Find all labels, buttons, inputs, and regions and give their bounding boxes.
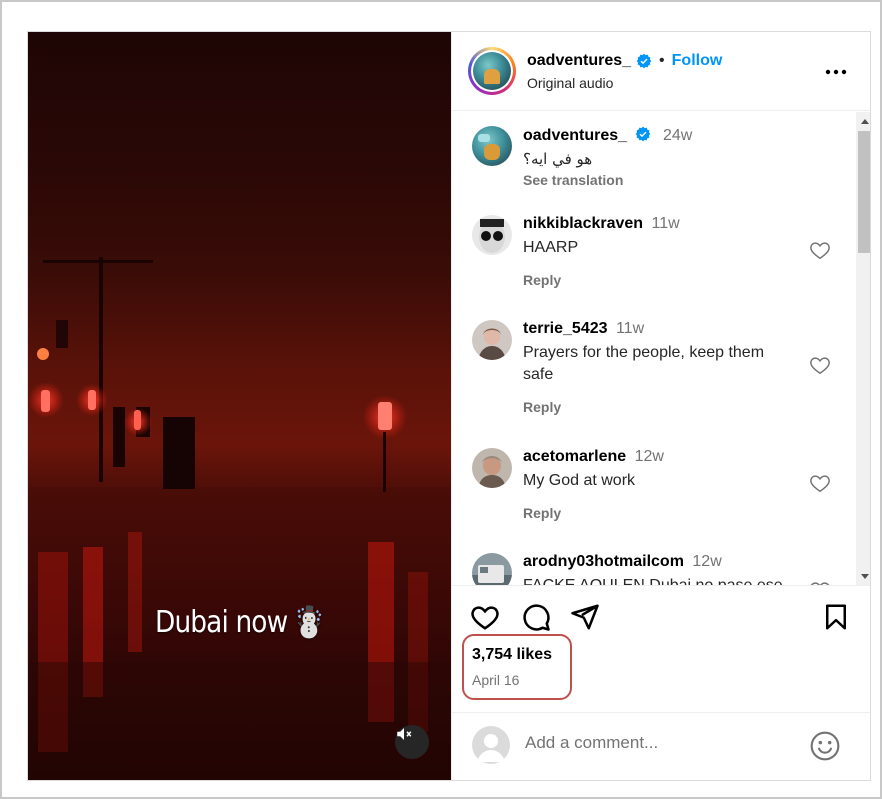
caption-comment: oadventures_ 24w هو في ايه؟ See translat…	[472, 126, 852, 196]
add-comment-bar	[452, 712, 870, 780]
mute-button[interactable]	[395, 725, 429, 759]
comment-item: nikkiblackraven 11w HAARP Reply	[472, 215, 852, 295]
author-line: oadventures_ • Follow	[527, 52, 722, 70]
comment-time[interactable]: 11w	[616, 320, 644, 337]
video-scene	[28, 257, 451, 780]
comment-time[interactable]: 12w	[692, 553, 721, 570]
comment-meta: terrie_5423 11w	[523, 320, 644, 338]
verified-badge-icon	[636, 53, 652, 69]
comment-time[interactable]: 12w	[635, 448, 664, 465]
comment-username[interactable]: arodny03hotmailcom	[523, 553, 684, 570]
more-options-button[interactable]	[823, 59, 849, 85]
comment-username[interactable]: nikkiblackraven	[523, 215, 643, 232]
comment-username[interactable]: terrie_5423	[523, 320, 608, 337]
like-comment-heart-icon[interactable]	[809, 472, 831, 494]
like-heart-icon[interactable]	[470, 602, 500, 632]
comment-text: Prayers for the people, keep them safe	[523, 344, 765, 383]
comment-text: هو في ايه؟	[523, 150, 593, 168]
highlight-box	[462, 634, 572, 700]
post-dialog: Dubai now ☃️ oadventures_ • Follow Origi…	[27, 31, 871, 781]
see-translation-link[interactable]: See translation	[523, 172, 623, 188]
emoji-icon[interactable]	[809, 730, 841, 762]
comment-avatar[interactable]	[472, 553, 512, 585]
scroll-down-arrow-icon[interactable]	[856, 568, 870, 585]
overlay-caption: Dubai now	[155, 605, 288, 640]
comment-meta: oadventures_ 24w	[523, 126, 692, 145]
current-user-avatar	[472, 726, 510, 764]
comment-item: arodny03hotmailcom 12w FACKE AQULEN Duba…	[472, 553, 852, 585]
comment-avatar[interactable]	[472, 126, 512, 166]
reply-link[interactable]: Reply	[523, 505, 561, 521]
separator-dot: •	[659, 52, 665, 69]
reply-link[interactable]: Reply	[523, 399, 561, 415]
comment-bubble-icon[interactable]	[521, 602, 551, 632]
like-comment-heart-icon[interactable]	[809, 239, 831, 261]
post-actions-bar	[452, 585, 870, 635]
comment-text: FACKE AQULEN Dubai no pase ese	[523, 575, 803, 585]
post-header: oadventures_ • Follow Original audio	[452, 32, 870, 111]
comment-time[interactable]: 24w	[663, 127, 692, 144]
comment-item: terrie_5423 11w Prayers for the people, …	[472, 320, 852, 420]
video-overlay-text: Dubai now ☃️	[155, 605, 325, 640]
snowman-emoji: ☃️	[292, 605, 326, 640]
comment-time[interactable]: 11w	[652, 215, 680, 232]
post-video[interactable]: Dubai now ☃️	[28, 32, 451, 780]
reply-link[interactable]: Reply	[523, 272, 561, 288]
comment-meta: nikkiblackraven 11w	[523, 215, 680, 233]
comment-input[interactable]	[525, 733, 795, 753]
comment-avatar[interactable]	[472, 215, 512, 255]
post-date[interactable]: April 16	[472, 672, 519, 688]
post-side-panel: oadventures_ • Follow Original audio oad…	[451, 32, 870, 780]
author-username[interactable]: oadventures_	[527, 52, 631, 70]
scrollbar-thumb[interactable]	[858, 131, 870, 253]
comment-avatar[interactable]	[472, 448, 512, 488]
comment-avatar[interactable]	[472, 320, 512, 360]
speaker-muted-icon	[397, 728, 412, 740]
likes-count[interactable]: 3,754 likes	[472, 646, 552, 664]
author-avatar[interactable]	[468, 47, 516, 95]
comment-meta: arodny03hotmailcom 12w	[523, 553, 722, 571]
comment-text: My God at work	[523, 472, 636, 489]
window-frame: Dubai now ☃️ oadventures_ • Follow Origi…	[0, 0, 882, 799]
verified-badge-icon	[635, 126, 650, 142]
comment-username[interactable]: acetomarlene	[523, 448, 626, 465]
comments-scrollbar[interactable]	[856, 112, 870, 585]
comment-meta: acetomarlene 12w	[523, 448, 664, 466]
audio-label[interactable]: Original audio	[527, 75, 613, 91]
share-send-icon[interactable]	[570, 602, 600, 632]
save-bookmark-icon[interactable]	[821, 602, 851, 632]
follow-button[interactable]: Follow	[672, 52, 723, 70]
more-icon	[825, 69, 847, 75]
comments-list: oadventures_ 24w هو في ايه؟ See translat…	[452, 112, 870, 585]
comment-item: acetomarlene 12w My God at work Reply	[472, 448, 852, 528]
comment-text: HAARP	[523, 239, 579, 256]
like-comment-heart-icon[interactable]	[809, 354, 831, 376]
comment-username[interactable]: oadventures_	[523, 127, 627, 144]
scroll-up-arrow-icon[interactable]	[856, 112, 870, 129]
